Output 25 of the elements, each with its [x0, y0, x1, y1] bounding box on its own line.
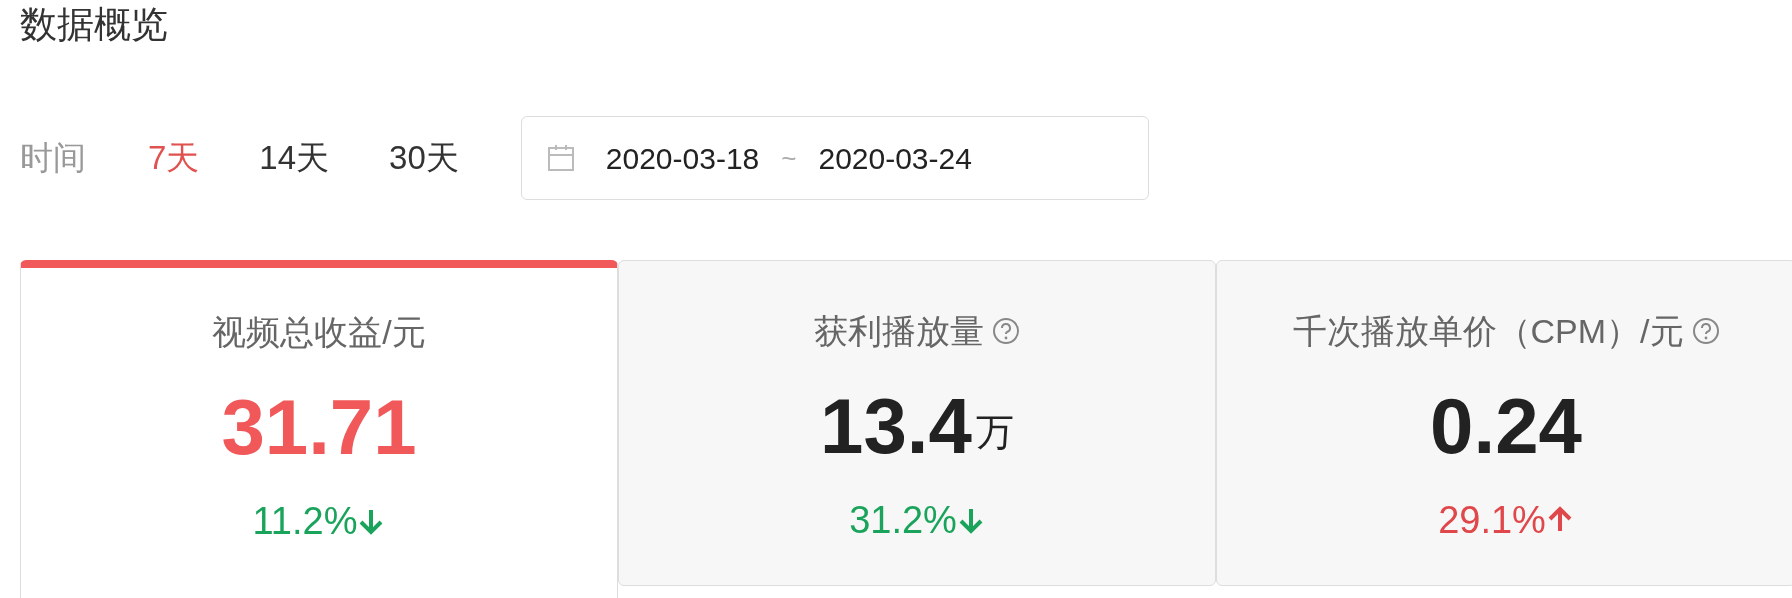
- card-title: 视频总收益/元: [212, 311, 426, 353]
- help-icon[interactable]: [992, 317, 1020, 345]
- time-option[interactable]: 30天: [389, 133, 459, 183]
- page-title: 数据概览: [20, 3, 168, 47]
- metric-value: 0.24: [1430, 383, 1582, 469]
- metric-card[interactable]: 获利播放量 13.4万 31.2%: [618, 260, 1216, 586]
- card-title: 获利播放量: [814, 310, 984, 352]
- date-range-field[interactable]: 2020-03-18 ~ 2020-03-24: [520, 116, 1149, 200]
- change-percent: 11.2%: [252, 498, 358, 544]
- time-option[interactable]: 7天: [148, 133, 200, 183]
- help-icon[interactable]: [1691, 317, 1720, 345]
- card-title: 千次播放单价（CPM）/元: [1292, 310, 1684, 352]
- unit-label: 万: [975, 410, 1014, 455]
- metric-card[interactable]: 千次播放单价（CPM）/元 0.24 29.1%: [1216, 260, 1792, 586]
- calendar-icon: [545, 143, 576, 173]
- metric-value: 13.4: [820, 383, 972, 469]
- change-percent: 31.2%: [849, 497, 957, 543]
- time-label: 时间: [20, 138, 86, 179]
- end-date: 2020-03-24: [818, 140, 972, 177]
- metric-value: 31.71: [221, 384, 417, 470]
- metric-card[interactable]: 视频总收益/元 31.71 11.2%: [20, 260, 618, 598]
- time-option[interactable]: 14天: [259, 133, 330, 183]
- change-percent: 29.1%: [1438, 497, 1546, 543]
- date-separator: ~: [781, 141, 797, 175]
- start-date: 2020-03-18: [605, 140, 760, 177]
